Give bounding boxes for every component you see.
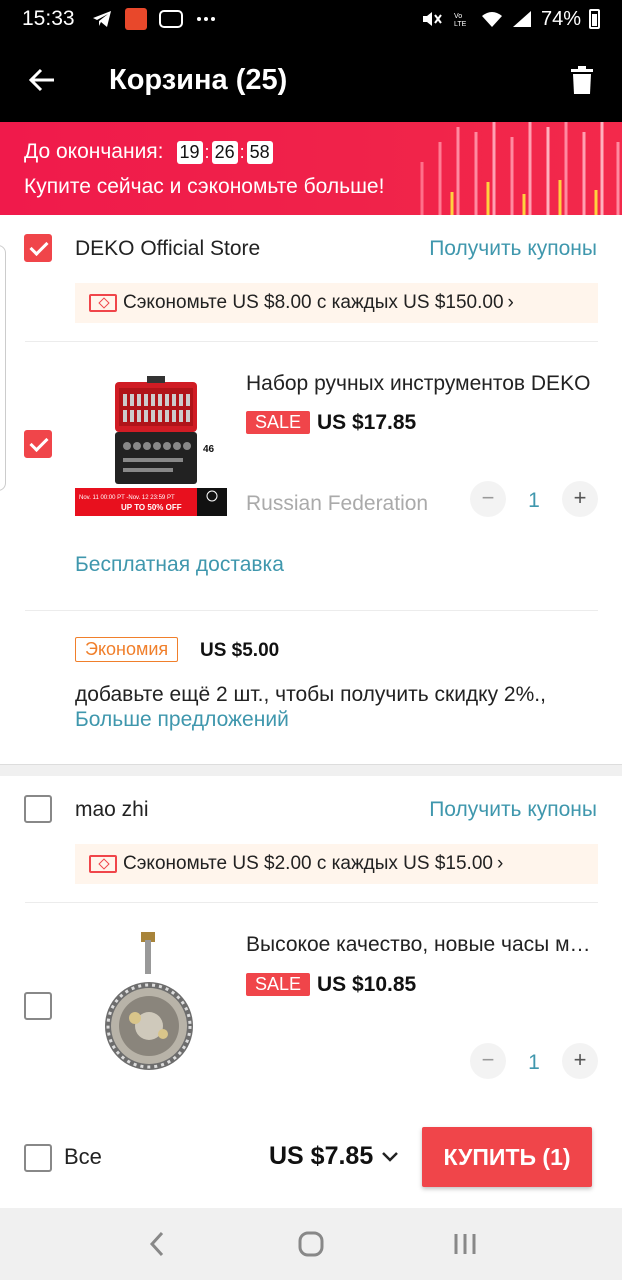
toolset-image: 46 Nov. 11 00:00 PT -Nov. 12 23:59 PT UP… [75, 370, 227, 522]
quantity-increase-button[interactable]: + [562, 481, 598, 517]
savings-strip[interactable]: Сэкономьте US $8.00 с каждых US $150.00 … [75, 283, 598, 323]
nav-back-button[interactable] [127, 1214, 187, 1274]
store-name[interactable]: mao zhi [75, 798, 149, 822]
nav-recents-icon [454, 1234, 476, 1254]
quantity-value: 1 [528, 489, 540, 512]
delete-button[interactable] [542, 38, 622, 122]
timer-seconds: 58 [246, 140, 273, 164]
get-coupons-link[interactable]: Получить купоны [429, 798, 597, 822]
mute-icon [422, 12, 442, 26]
free-shipping-label: Бесплатная доставка [75, 553, 284, 576]
select-all-label[interactable]: Все [64, 1144, 102, 1170]
wifi-icon [481, 12, 502, 27]
quantity-decrease-button[interactable]: − [470, 1043, 506, 1079]
banner-decoration [420, 122, 620, 215]
more-dots-icon [196, 17, 215, 21]
signal-icon [512, 11, 531, 27]
savings-text: Сэкономьте US $8.00 с каждых US $150.00 [123, 292, 504, 313]
side-drawer-handle[interactable] [0, 245, 6, 491]
product-title[interactable]: Высокое качество, новые часы механизм [246, 933, 596, 957]
checkout-bar: Все US $7.85 КУПИТЬ (1) [0, 1108, 622, 1208]
buy-button[interactable]: КУПИТЬ (1) [422, 1127, 592, 1187]
trash-icon [571, 66, 593, 94]
aliexpress-icon [124, 8, 147, 30]
timer-hours: 19 [176, 140, 203, 164]
battery-icon [589, 9, 600, 29]
select-all-checkbox[interactable] [24, 1144, 52, 1172]
store-card-maozhi: mao zhi Получить купоны Сэкономьте US $2… [0, 776, 622, 1108]
back-button[interactable] [0, 38, 84, 122]
product-price: US $17.85 [317, 411, 417, 434]
messenger-icon [158, 10, 183, 28]
product-price: US $10.85 [317, 973, 417, 996]
quantity-value: 1 [528, 1051, 540, 1074]
nav-home-button[interactable] [281, 1214, 341, 1274]
battery-percent: 74% [540, 7, 581, 30]
economy-amount: US $5.00 [200, 640, 280, 661]
nav-home-icon [298, 1231, 324, 1257]
savings-text: Сэкономьте US $2.00 с каждых US $15.00 [123, 853, 493, 874]
quantity-increase-button[interactable]: + [562, 1043, 598, 1079]
product-image[interactable]: 46 Nov. 11 00:00 PT -Nov. 12 23:59 PT UP… [75, 370, 227, 522]
telegram-icon [92, 11, 111, 27]
total-price[interactable]: US $7.85 [269, 1142, 399, 1171]
divider [25, 902, 598, 903]
coupon-icon [89, 855, 117, 873]
store-name[interactable]: DEKO Official Store [75, 237, 260, 261]
svg-text:46: 46 [203, 444, 215, 455]
economy-badge: Экономия [75, 637, 179, 662]
image-banner-text: Nov. 11 00:00 PT -Nov. 12 23:59 PT [79, 495, 175, 501]
sale-badge: SALE [246, 411, 311, 434]
coupon-icon [89, 294, 117, 312]
divider [25, 341, 598, 342]
chevron-down-icon [382, 1151, 399, 1162]
status-bar: 15:33 Vo LTE 74% [0, 0, 622, 38]
total-amount: US $7.85 [269, 1142, 374, 1170]
status-time: 15:33 [22, 7, 75, 30]
divider [25, 610, 598, 611]
nav-back-icon [149, 1231, 164, 1257]
product-checkbox[interactable] [24, 992, 52, 1020]
quantity-decrease-button[interactable]: − [470, 481, 506, 517]
store-checkbox[interactable] [24, 234, 52, 262]
timer-minutes: 26 [211, 140, 238, 164]
svg-text:LTE: LTE [454, 21, 467, 28]
arrow-left-icon [28, 68, 54, 92]
sale-badge: SALE [246, 973, 311, 996]
chevron-right-icon: › [507, 292, 514, 313]
system-nav-bar [0, 1208, 622, 1280]
store-card-deko: DEKO Official Store Получить купоны Сэко… [0, 215, 622, 764]
product-image[interactable] [75, 928, 227, 1080]
more-offers-link[interactable]: Больше предложений [75, 708, 289, 732]
countdown-row: До окончания: 19 : 26 : 58 [24, 140, 274, 164]
section-separator [0, 764, 622, 776]
volte-icon: VoLTE [454, 13, 467, 28]
app-bar: Корзина (25) [0, 38, 622, 122]
countdown-label: До окончания: [24, 140, 164, 163]
countdown-banner[interactable]: До окончания: 19 : 26 : 58 Купите сейчас… [0, 122, 622, 215]
banner-slogan: Купите сейчас и сэкономьте больше! [24, 175, 385, 198]
watch-movement-image [75, 928, 227, 1080]
svg-text:Vo: Vo [454, 13, 462, 20]
promo-text: добавьте ещё 2 шт., чтобы получить скидк… [75, 683, 546, 706]
store-checkbox[interactable] [24, 795, 52, 823]
chevron-right-icon: › [496, 853, 504, 874]
savings-strip[interactable]: Сэкономьте US $2.00 с каждых US $15.00 › [75, 844, 598, 884]
page-title: Корзина (25) [109, 63, 288, 96]
product-checkbox[interactable] [24, 430, 52, 458]
nav-recents-button[interactable] [435, 1214, 495, 1274]
product-title[interactable]: Набор ручных инструментов DEKO [246, 372, 596, 396]
ship-from: Russian Federation [246, 492, 429, 515]
image-banner-discount: UP TO 50% OFF [121, 503, 182, 512]
get-coupons-link[interactable]: Получить купоны [429, 237, 597, 261]
